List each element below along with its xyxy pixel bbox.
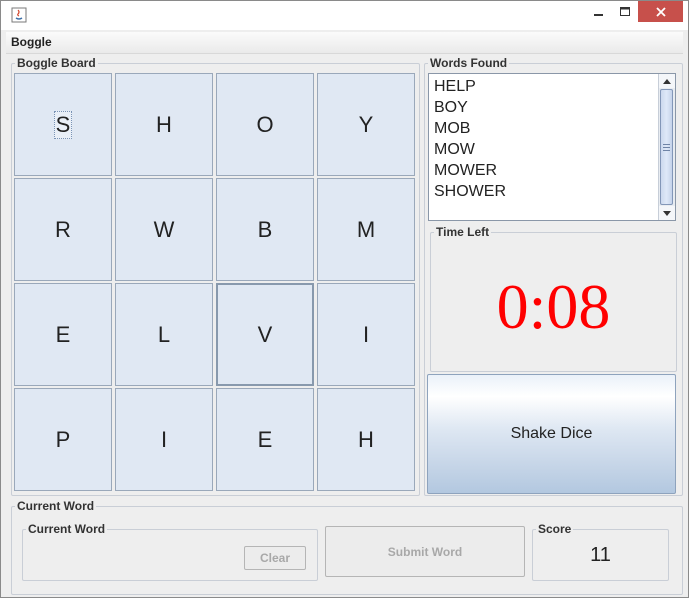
current-word-field-group: Current Word Clear bbox=[22, 522, 318, 581]
maximize-icon bbox=[620, 6, 630, 16]
words-found-legend: Words Found bbox=[428, 56, 510, 70]
board-cell-11[interactable]: V bbox=[216, 283, 314, 386]
shake-dice-button[interactable]: Shake Dice bbox=[427, 374, 676, 494]
time-left-legend: Time Left bbox=[434, 225, 492, 239]
java-app-icon bbox=[11, 7, 27, 23]
board-cell-3[interactable]: O bbox=[216, 73, 314, 176]
grip-icon bbox=[663, 143, 670, 152]
board-cell-1[interactable]: S bbox=[14, 73, 112, 176]
board-cell-9[interactable]: E bbox=[14, 283, 112, 386]
list-item[interactable]: MOWER bbox=[429, 160, 675, 181]
current-word-legend: Current Word bbox=[15, 499, 97, 513]
minimize-button[interactable] bbox=[586, 1, 612, 22]
board-cell-letter: Y bbox=[358, 111, 374, 137]
scroll-up-button[interactable] bbox=[659, 74, 675, 88]
minimize-icon bbox=[594, 13, 603, 16]
score-legend: Score bbox=[536, 522, 574, 536]
boggle-grid: S H O Y R W B M E L V I P I E H bbox=[14, 73, 418, 493]
board-cell-14[interactable]: I bbox=[115, 388, 213, 491]
board-cell-8[interactable]: M bbox=[317, 178, 415, 281]
maximize-button[interactable] bbox=[612, 1, 638, 22]
boggle-board-panel: Boggle Board S H O Y R W B M E L V I P I… bbox=[11, 56, 420, 496]
list-item[interactable]: MOB bbox=[429, 118, 675, 139]
board-cell-letter: B bbox=[257, 216, 273, 242]
boggle-window: Boggle Boggle Board S H O Y R W B M E L … bbox=[0, 0, 689, 598]
board-cell-5[interactable]: R bbox=[14, 178, 112, 281]
current-word-sub-legend: Current Word bbox=[26, 522, 108, 536]
scroll-down-button[interactable] bbox=[659, 206, 675, 220]
time-left-panel: Time Left 0:08 bbox=[430, 225, 677, 372]
list-item[interactable]: MOW bbox=[429, 139, 675, 160]
board-cell-letter: I bbox=[160, 426, 168, 452]
board-cell-6[interactable]: W bbox=[115, 178, 213, 281]
board-cell-letter: R bbox=[55, 216, 71, 242]
close-button[interactable] bbox=[638, 1, 683, 22]
list-item[interactable]: HELP bbox=[429, 76, 675, 97]
board-cell-letter: E bbox=[55, 321, 71, 347]
words-scrollbar[interactable] bbox=[658, 74, 675, 220]
clear-button[interactable]: Clear bbox=[244, 546, 306, 570]
score-value: 11 bbox=[590, 544, 611, 566]
board-cell-15[interactable]: E bbox=[216, 388, 314, 491]
close-icon bbox=[655, 6, 666, 17]
board-cell-16[interactable]: H bbox=[317, 388, 415, 491]
chevron-up-icon bbox=[663, 78, 671, 84]
boggle-board-legend: Boggle Board bbox=[15, 56, 98, 70]
board-cell-letter: O bbox=[256, 111, 274, 137]
board-cell-12[interactable]: I bbox=[317, 283, 415, 386]
words-found-list[interactable]: HELP BOY MOB MOW MOWER SHOWER bbox=[428, 73, 676, 221]
board-cell-13[interactable]: P bbox=[14, 388, 112, 491]
title-bar bbox=[1, 1, 688, 30]
score-panel: Score 11 bbox=[532, 522, 669, 581]
menu-bar: Boggle bbox=[6, 32, 683, 54]
scroll-thumb[interactable] bbox=[660, 89, 673, 205]
menu-boggle[interactable]: Boggle bbox=[11, 35, 52, 49]
board-cell-2[interactable]: H bbox=[115, 73, 213, 176]
board-cell-letter: P bbox=[55, 426, 71, 452]
board-cell-7[interactable]: B bbox=[216, 178, 314, 281]
board-cell-letter: V bbox=[257, 321, 273, 347]
chevron-down-icon bbox=[663, 210, 671, 216]
submit-word-button[interactable]: Submit Word bbox=[325, 526, 525, 577]
board-cell-letter: W bbox=[153, 216, 175, 242]
board-cell-letter: L bbox=[157, 321, 171, 347]
board-cell-letter: I bbox=[362, 321, 370, 347]
time-left-value: 0:08 bbox=[496, 271, 611, 342]
list-item[interactable]: SHOWER bbox=[429, 181, 675, 202]
words-found-panel: Words Found HELP BOY MOB MOW MOWER SHOWE… bbox=[424, 56, 683, 496]
current-word-panel: Current Word Current Word Clear Submit W… bbox=[11, 499, 683, 595]
board-cell-letter: H bbox=[358, 426, 374, 452]
list-item[interactable]: BOY bbox=[429, 97, 675, 118]
board-cell-letter: M bbox=[356, 216, 376, 242]
board-cell-10[interactable]: L bbox=[115, 283, 213, 386]
board-cell-letter: S bbox=[53, 110, 73, 139]
board-cell-letter: H bbox=[156, 111, 172, 137]
board-cell-4[interactable]: Y bbox=[317, 73, 415, 176]
board-cell-letter: E bbox=[257, 426, 273, 452]
